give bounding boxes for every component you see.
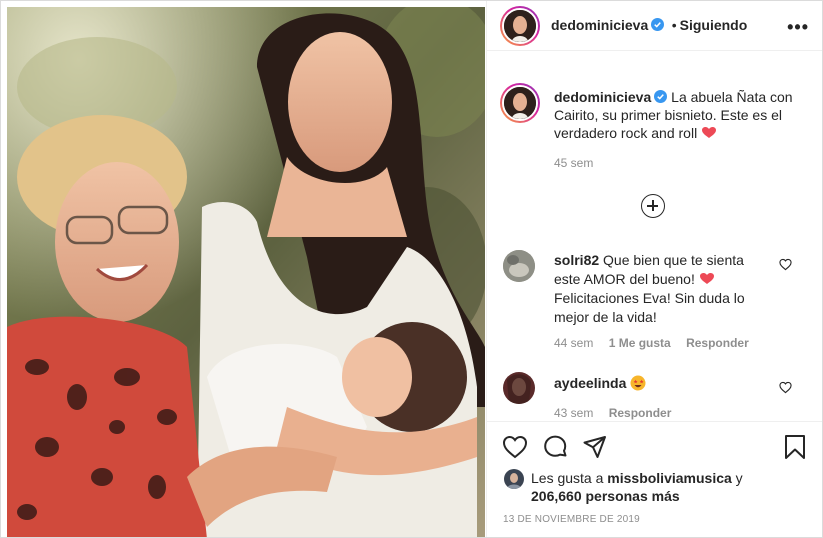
caption: dedominicieva La abuela Ñata con Cairito… [554, 88, 809, 142]
share-icon[interactable] [582, 434, 608, 460]
header-separator: • [671, 17, 677, 33]
post-date[interactable]: 13 DE NOVIEMBRE DE 2019 [503, 514, 640, 525]
likes-count[interactable]: 206,660 personas más [531, 488, 680, 504]
comment-meta: 44 sem 1 Me gusta Responder [554, 336, 749, 350]
comment-username[interactable]: solri82 [554, 252, 599, 268]
post-header: dedominicieva • Siguiendo ••• [487, 1, 822, 51]
caption-avatar-image [504, 87, 536, 119]
comment-meta: 43 sem Responder [554, 406, 671, 420]
verified-badge-icon [654, 90, 668, 103]
header-username[interactable]: dedominicieva [551, 17, 648, 33]
liker-avatar-image [504, 469, 524, 489]
caption-time[interactable]: 45 sem [554, 156, 593, 170]
comment-avatar-image [503, 250, 535, 282]
comment-avatar[interactable] [503, 372, 535, 404]
heart-icon[interactable] [779, 381, 792, 394]
post-photo-image [7, 7, 485, 537]
likes-suffix: y [731, 470, 743, 486]
comment-avatar[interactable] [503, 250, 535, 282]
author-avatar[interactable] [500, 6, 540, 46]
comment: aydeelinda [554, 374, 646, 392]
comment-text-cont: Felicitaciones Eva! Sin duda lo mejor de… [554, 290, 745, 325]
comments-section: dedominicieva La abuela Ñata con Cairito… [487, 52, 822, 420]
verified-badge-icon [651, 18, 665, 31]
comment-avatar-image [503, 372, 535, 404]
post-actions: Les gusta a missboliviamusica y 206,660 … [487, 421, 822, 537]
post-modal: dedominicieva • Siguiendo ••• dedominicie… [0, 0, 823, 538]
avatar-image [504, 10, 536, 42]
more-options-icon[interactable]: ••• [787, 17, 809, 38]
load-more-comments-icon[interactable] [641, 194, 665, 218]
heart-icon[interactable] [502, 434, 528, 460]
comment-likes[interactable]: 1 Me gusta [609, 336, 671, 350]
red-heart-emoji [699, 273, 714, 284]
reply-button[interactable]: Responder [686, 336, 749, 350]
caption-avatar[interactable] [500, 83, 540, 123]
comment-icon[interactable] [542, 434, 568, 460]
save-icon[interactable] [782, 434, 808, 460]
post-photo[interactable] [7, 7, 485, 537]
heart-icon[interactable] [779, 258, 792, 271]
likes-summary: Les gusta a missboliviamusica y 206,660 … [531, 469, 743, 505]
comment-time[interactable]: 43 sem [554, 406, 593, 420]
following-button[interactable]: Siguiendo [680, 17, 748, 33]
red-heart-emoji [702, 127, 717, 138]
likes-prefix: Les gusta a [531, 470, 608, 486]
comment: solri82 Que bien que te sienta este AMOR… [554, 251, 774, 327]
reply-button[interactable]: Responder [609, 406, 672, 420]
likes-user[interactable]: missboliviamusica [607, 470, 732, 486]
post-side-panel: dedominicieva • Siguiendo ••• dedominicie… [486, 1, 822, 537]
header-user-line: dedominicieva • Siguiendo [551, 17, 747, 35]
caption-username[interactable]: dedominicieva [554, 89, 651, 105]
star-struck-emoji [630, 375, 646, 391]
comment-time[interactable]: 44 sem [554, 336, 593, 350]
liker-avatar[interactable] [504, 469, 524, 489]
comment-username[interactable]: aydeelinda [554, 375, 626, 391]
